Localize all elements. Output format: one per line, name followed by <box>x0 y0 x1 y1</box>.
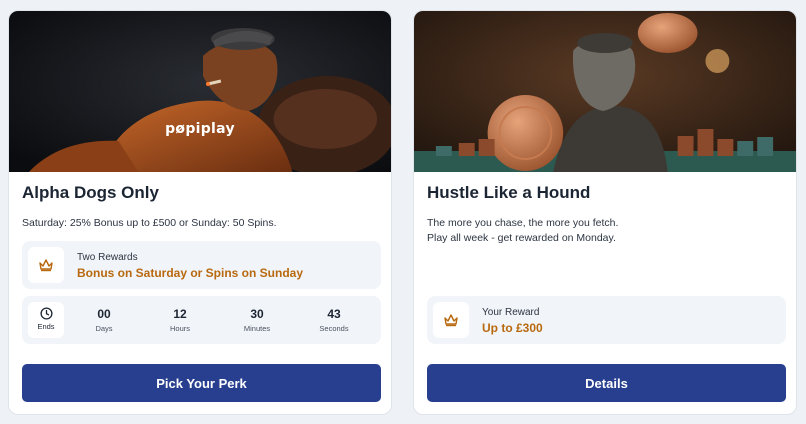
countdown-label: Seconds <box>319 324 349 333</box>
countdown-value: 30 <box>250 307 264 321</box>
countdown-seconds: 43 Seconds <box>309 307 359 333</box>
promo-card-alpha-dogs: pøpiplay Alpha Dogs Only Saturday: 25% B… <box>8 10 392 415</box>
reward-value: Bonus on Saturday or Spins on Sunday <box>77 266 304 280</box>
promo-card-hustle-hound: Hustle Like a Hound The more you chase, … <box>413 10 797 415</box>
reward-panel: Two Rewards Bonus on Saturday or Spins o… <box>22 241 381 289</box>
countdown-minutes: 30 Minutes <box>232 307 282 333</box>
reward-label: Your Reward <box>482 307 540 318</box>
reward-value: Up to £300 <box>482 321 543 335</box>
ends-label: Ends <box>37 322 55 331</box>
countdown-value: 43 <box>327 307 341 321</box>
countdown-days: 00 Days <box>79 307 129 333</box>
promo-description: The more you chase, the more you fetch. … <box>427 216 618 246</box>
promo-title: Hustle Like a Hound <box>427 183 591 202</box>
crown-icon <box>28 247 64 283</box>
countdown-timer: Ends 00 Days 12 Hours 30 Minutes 43 Seco… <box>22 296 381 344</box>
crown-icon <box>433 302 469 338</box>
promo-description-line: Play all week - get rewarded on Monday. <box>427 232 616 244</box>
countdown-label: Minutes <box>243 324 271 333</box>
promo-description-line: Saturday: 25% Bonus up to £500 or Sunday… <box>22 217 277 229</box>
countdown-hours: 12 Hours <box>155 307 205 333</box>
ends-badge: Ends <box>28 302 64 338</box>
promo-description-line: The more you chase, the more you fetch. <box>427 217 619 229</box>
details-button[interactable]: Details <box>427 364 786 402</box>
brand-logo: pøpiplay <box>165 121 235 137</box>
countdown-value: 00 <box>97 307 111 321</box>
clock-icon <box>39 307 53 320</box>
promo-description: Saturday: 25% Bonus up to £500 or Sunday… <box>22 216 277 231</box>
countdown-label: Days <box>95 324 113 333</box>
countdown-label: Hours <box>169 324 190 333</box>
pick-your-perk-button[interactable]: Pick Your Perk <box>22 364 381 402</box>
countdown-value: 12 <box>173 307 187 321</box>
promo-title: Alpha Dogs Only <box>22 183 159 202</box>
reward-label: Two Rewards <box>77 252 138 263</box>
promo-banner-image: pøpiplay <box>9 11 391 172</box>
reward-panel: Your Reward Up to £300 <box>427 296 786 344</box>
promo-banner-image <box>414 11 796 172</box>
